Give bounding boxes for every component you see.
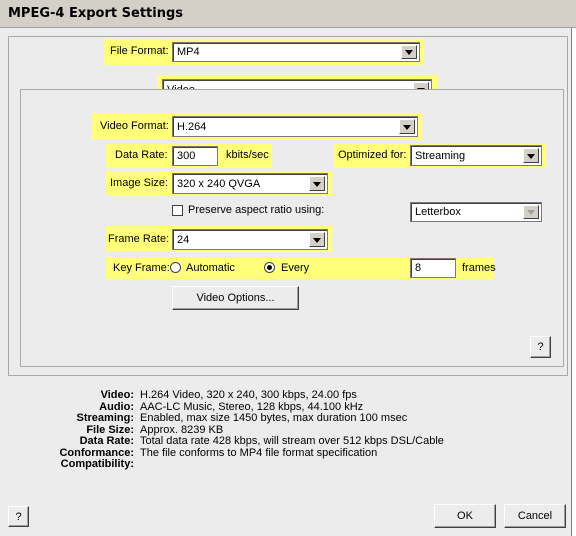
cancel-label: Cancel <box>517 510 553 522</box>
data-rate-label: Data Rate: <box>115 149 168 161</box>
letterbox-value: Letterbox <box>415 206 461 218</box>
summary-row: Video: H.264 Video, 320 x 240, 300 kbps,… <box>0 389 560 401</box>
key-frame-input[interactable]: 8 <box>410 258 456 278</box>
chevron-down-icon <box>401 45 417 59</box>
key-frame-every-label: Every <box>281 262 310 274</box>
summary-value: Approx. 8239 KB <box>140 423 224 436</box>
letterbox-select[interactable]: Letterbox <box>410 202 542 222</box>
image-size-select[interactable]: 320 x 240 QVGA <box>172 173 328 194</box>
frame-rate-select[interactable]: 24 <box>172 229 328 250</box>
image-size-value: 320 x 240 QVGA <box>177 177 261 190</box>
video-format-select[interactable]: H.264 <box>172 116 418 137</box>
summary-row: Audio: AAC-LC Music, Stereo, 128 kbps, 4… <box>0 401 560 413</box>
optimized-for-select[interactable]: Streaming <box>410 145 542 166</box>
summary-value: AAC-LC Music, Stereo, 128 kbps, 44.100 k… <box>140 400 364 413</box>
summary-value: The file conforms to MP4 file format spe… <box>140 446 378 459</box>
cancel-button[interactable]: Cancel <box>504 504 566 528</box>
chevron-down-icon <box>523 205 539 219</box>
summary-key: Audio: <box>99 400 134 413</box>
help-button[interactable]: ? <box>8 506 29 527</box>
file-format-value: MP4 <box>177 46 200 58</box>
video-options-button[interactable]: Video Options... <box>172 286 299 310</box>
key-frame-value: 8 <box>415 262 422 274</box>
summary-key: Data Rate: <box>79 435 134 447</box>
ok-button[interactable]: OK <box>434 504 496 528</box>
video-options-label: Video Options... <box>196 292 275 304</box>
summary-key: Conformance: <box>59 446 134 459</box>
file-format-select[interactable]: MP4 <box>172 42 420 62</box>
video-format-label: Video Format: <box>100 120 169 132</box>
key-frame-unit: frames <box>462 262 496 274</box>
window-title: MPEG-4 Export Settings <box>0 0 576 28</box>
summary-row: Compatibility: <box>0 458 560 470</box>
preserve-aspect-label: Preserve aspect ratio using: <box>188 204 325 216</box>
file-format-label: File Format: <box>110 45 169 57</box>
chevron-down-icon <box>523 148 539 163</box>
summary-value: H.264 Video, 320 x 240, 300 kbps, 24.00 … <box>140 389 357 401</box>
data-rate-input[interactable]: 300 <box>172 146 218 166</box>
optimized-for-value: Streaming <box>415 149 466 162</box>
summary-row: Data Rate: Total data rate 428 kbps, wil… <box>0 435 560 447</box>
data-rate-unit: kbits/sec <box>226 149 269 161</box>
image-size-label: Image Size: <box>110 177 169 189</box>
summary-key: Streaming: <box>76 412 134 424</box>
summary-row: Streaming: Enabled, max size 1450 bytes,… <box>0 412 560 424</box>
preserve-aspect-checkbox[interactable] <box>172 205 183 216</box>
summary-value: Enabled, max size 1450 bytes, max durati… <box>140 412 408 424</box>
key-frame-label: Key Frame: <box>113 262 170 274</box>
ok-label: OK <box>457 510 473 522</box>
key-frame-automatic-radio[interactable] <box>170 262 181 273</box>
chevron-down-icon <box>309 232 325 247</box>
summary-row: Conformance: The file conforms to MP4 fi… <box>0 447 560 459</box>
summary-key: Video: <box>100 389 134 401</box>
summary-value: Total data rate 428 kbps, will stream ov… <box>140 435 444 447</box>
help-icon: ? <box>15 510 22 523</box>
help-icon: ? <box>537 341 544 353</box>
frame-rate-label: Frame Rate: <box>108 233 170 245</box>
summary-key: File Size: <box>86 423 134 436</box>
key-frame-every-radio[interactable] <box>264 262 275 273</box>
video-help-button[interactable]: ? <box>530 336 551 358</box>
summary-row: File Size: Approx. 8239 KB <box>0 424 560 436</box>
summary-key: Compatibility: <box>60 458 134 470</box>
optimized-for-label: Optimized for: <box>338 149 407 161</box>
chevron-down-icon <box>399 119 415 134</box>
summary-panel: Video: H.264 Video, 320 x 240, 300 kbps,… <box>0 389 560 470</box>
video-format-value: H.264 <box>177 120 207 133</box>
frame-rate-value: 24 <box>177 233 190 246</box>
data-rate-value: 300 <box>177 150 196 162</box>
key-frame-automatic-label: Automatic <box>186 262 235 274</box>
chevron-down-icon <box>309 176 325 191</box>
